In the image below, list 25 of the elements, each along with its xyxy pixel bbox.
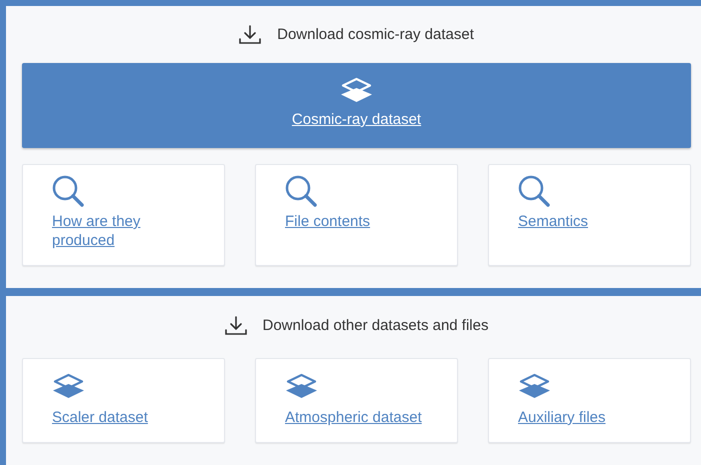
card-link[interactable]: Auxiliary files [518,408,670,427]
link-card[interactable]: Semantics [488,164,691,266]
card-link[interactable]: Scaler dataset [52,408,204,427]
layers-icon [52,373,85,399]
link-card[interactable]: File contents [255,164,458,266]
link-card[interactable]: Scaler dataset [22,358,225,443]
link-card[interactable]: Atmospheric dataset [255,358,458,443]
search-icon [518,175,551,208]
search-icon [285,175,318,208]
card-link[interactable]: File contents [285,212,395,231]
card-link[interactable]: Atmospheric dataset [285,408,437,427]
section-heading: Download other datasets and files [262,316,488,336]
dataset-link-card[interactable]: Cosmic-ray dataset [22,63,691,148]
card-link[interactable]: Semantics [518,212,628,231]
card-link[interactable]: How are they produced [52,212,162,250]
search-icon [52,175,85,208]
layers-icon [518,373,551,399]
section-heading: Download cosmic-ray dataset [277,24,474,45]
link-card[interactable]: How are they produced [22,164,225,266]
download-icon [239,25,262,45]
layers-icon [340,77,373,103]
link-card[interactable]: Auxiliary files [488,358,691,443]
download-icon [224,316,246,336]
dataset-link[interactable]: Cosmic-ray dataset [292,109,422,132]
layers-icon [285,373,318,399]
